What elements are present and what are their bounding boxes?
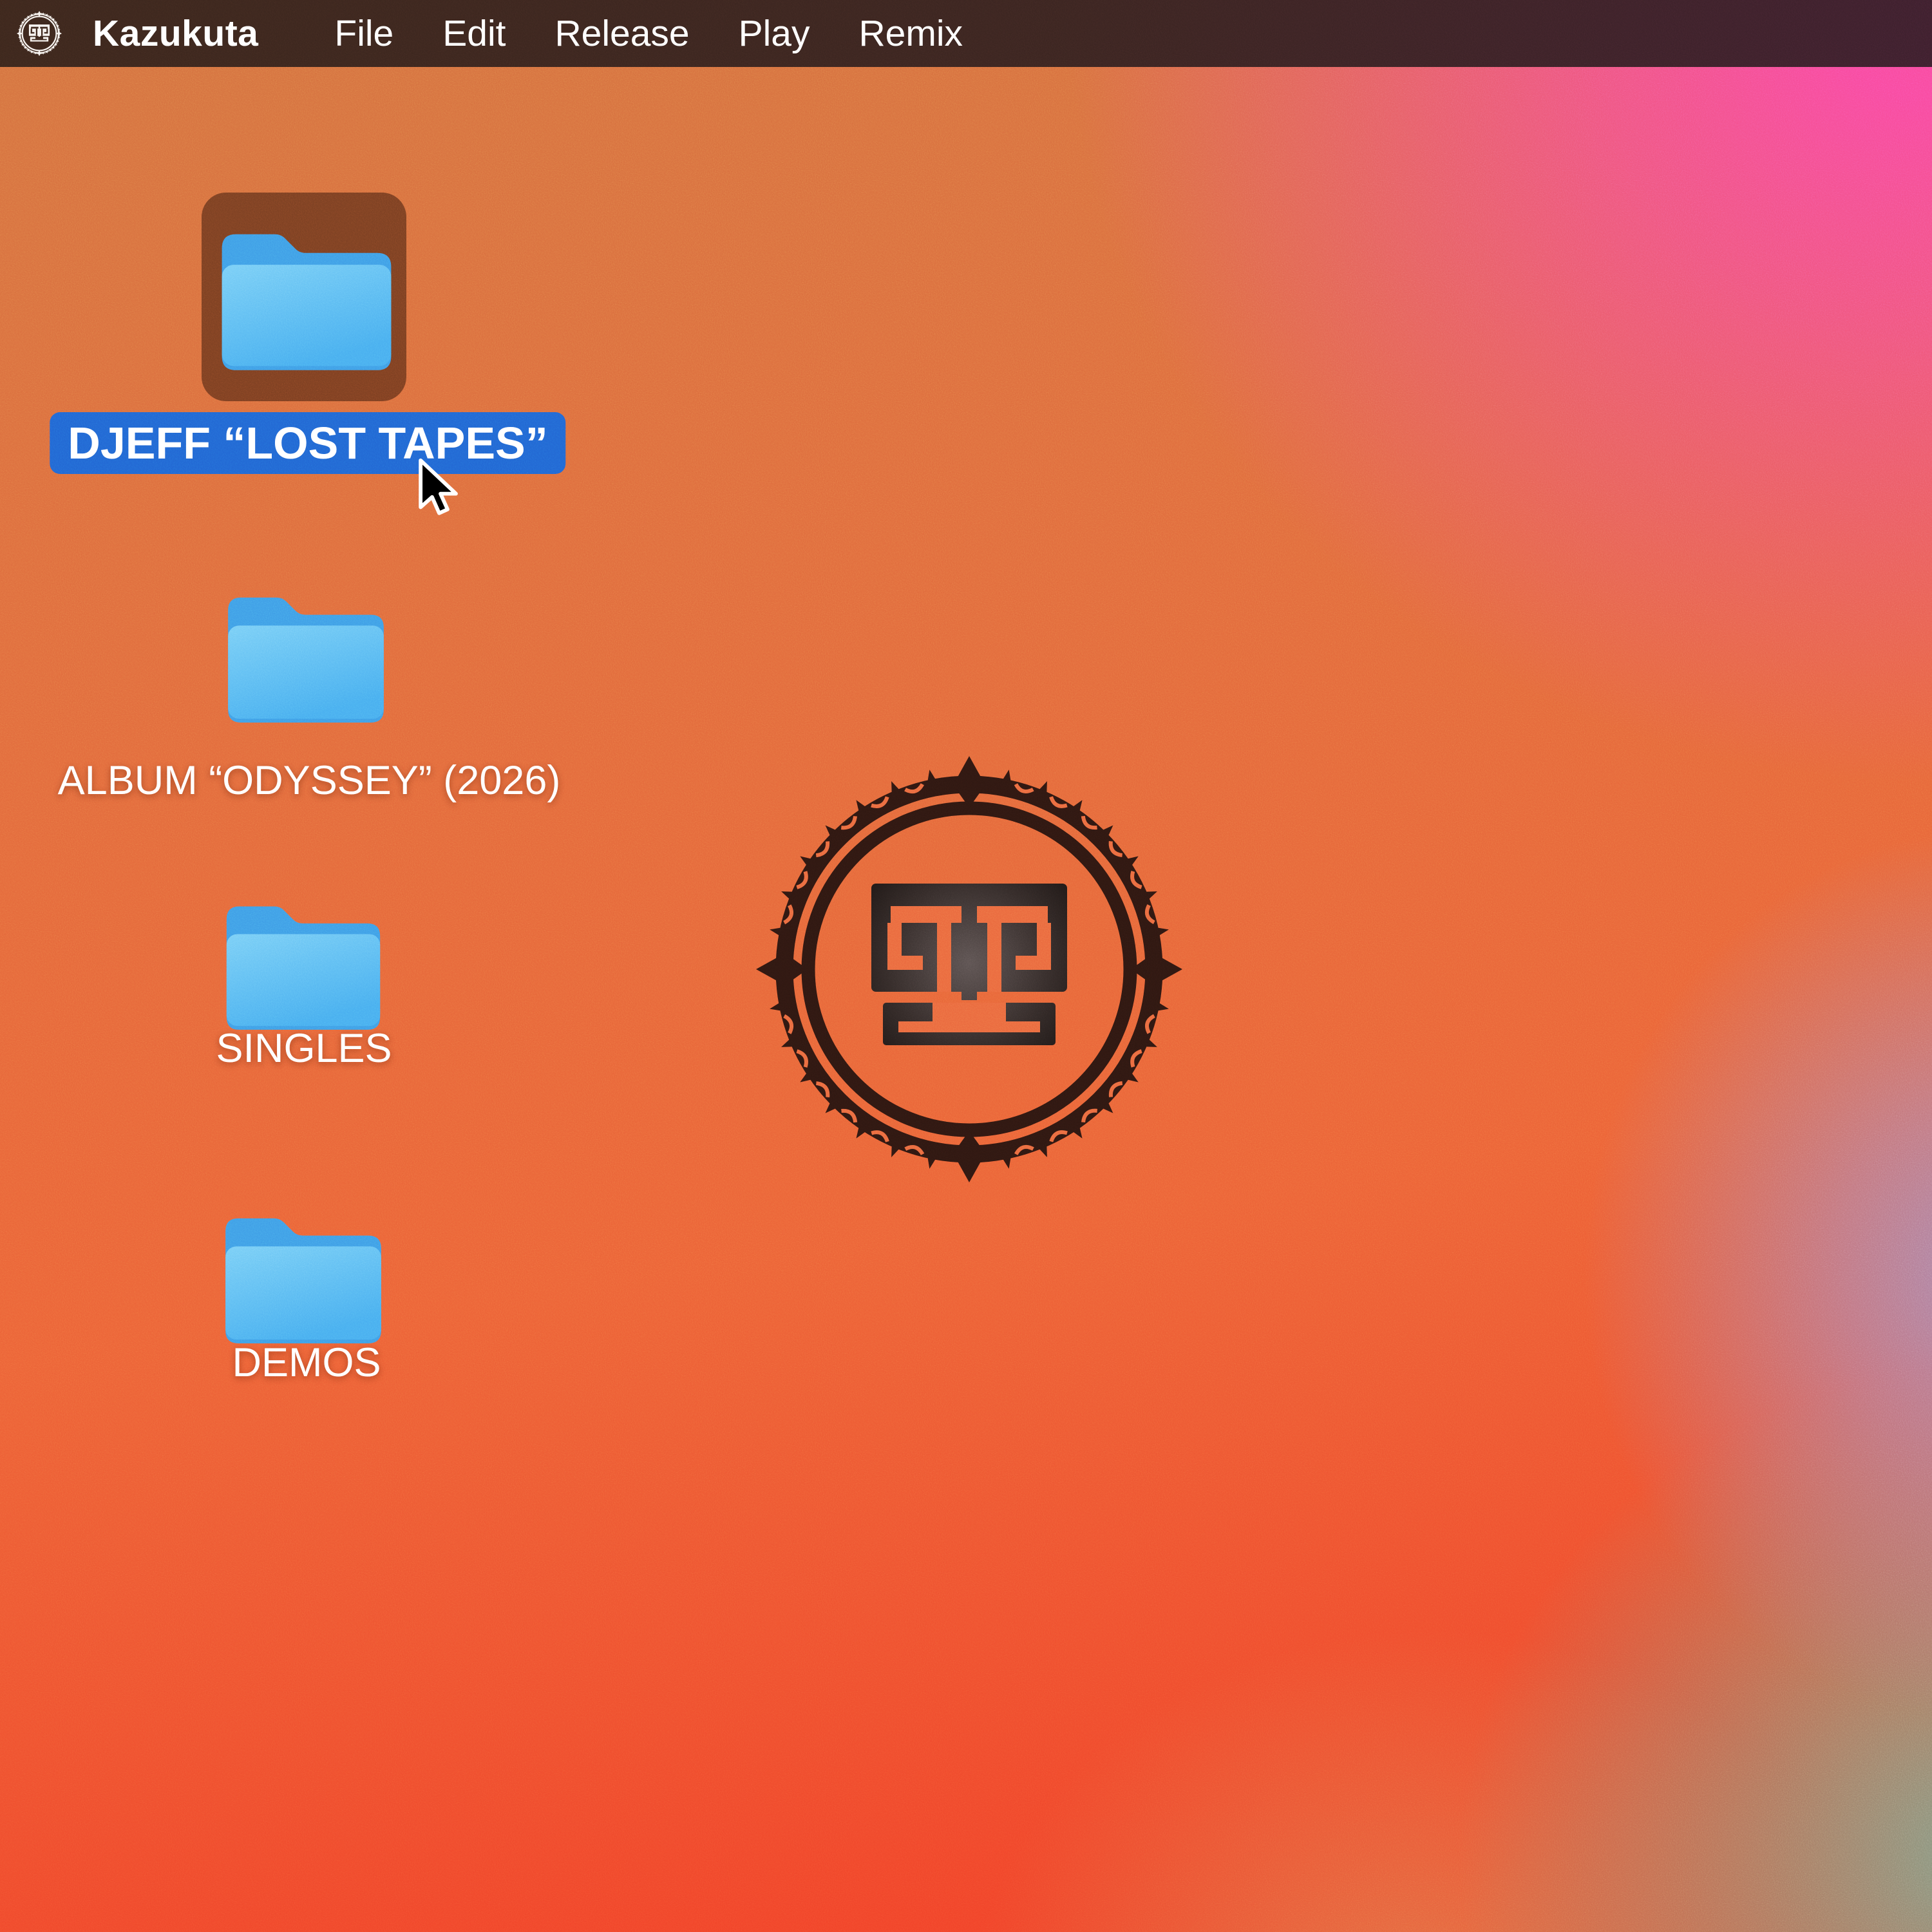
- menu-bar: Kazukuta File Edit Release Play Remix: [0, 0, 1932, 67]
- folder-icon[interactable]: [223, 585, 389, 723]
- menu-item-edit[interactable]: Edit: [442, 12, 506, 55]
- folder-label[interactable]: ALBUM “ODYSSEY” (2026): [58, 757, 561, 804]
- kazukuta-emblem: [744, 744, 1195, 1195]
- menu-item-play[interactable]: Play: [739, 12, 810, 55]
- folder-icon[interactable]: [220, 1206, 386, 1343]
- folder-label[interactable]: SINGLES: [216, 1025, 392, 1072]
- kazukuta-logo-icon[interactable]: [15, 10, 63, 57]
- folder-icon[interactable]: [216, 220, 397, 370]
- folder-icon[interactable]: [222, 894, 385, 1030]
- folder-label[interactable]: DEMOS: [232, 1340, 381, 1386]
- folder-label[interactable]: DJEFF “LOST TAPES”: [50, 412, 565, 474]
- app-menu-title[interactable]: Kazukuta: [93, 12, 258, 55]
- menu-item-release[interactable]: Release: [554, 12, 689, 55]
- menu-item-remix[interactable]: Remix: [859, 12, 963, 55]
- mouse-cursor-icon: [410, 456, 471, 518]
- menu-item-file[interactable]: File: [334, 12, 393, 55]
